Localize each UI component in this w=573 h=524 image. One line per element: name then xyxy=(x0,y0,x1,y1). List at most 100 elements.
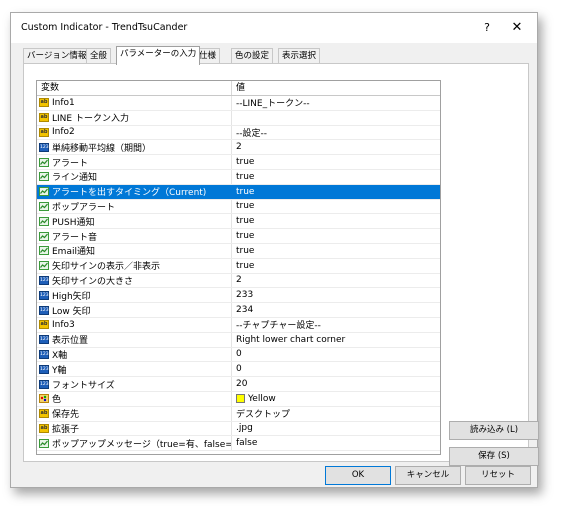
grid-row[interactable]: ab Info1 --LINE_トークン-- xyxy=(37,96,440,111)
variable-value: Right lower chart corner xyxy=(236,334,346,345)
variable-cell[interactable]: ab Info3 xyxy=(37,317,232,332)
variable-cell[interactable]: Email通知 xyxy=(37,243,232,258)
variable-cell[interactable]: アラート音 xyxy=(37,229,232,243)
variable-cell[interactable]: 123 フォントサイズ xyxy=(37,377,232,391)
tab-colors[interactable]: 色の設定 xyxy=(231,48,274,64)
value-cell[interactable]: Right lower chart corner xyxy=(232,333,345,347)
variable-cell[interactable]: ab 保存先 xyxy=(37,406,232,421)
grid-row[interactable]: ポップアラート true xyxy=(37,199,440,215)
value-cell[interactable]: true xyxy=(232,185,254,199)
variable-cell[interactable]: ab 拡張子 xyxy=(37,421,232,436)
value-cell[interactable]: 2 xyxy=(232,274,242,288)
close-button[interactable]: ✕ xyxy=(507,19,527,37)
integer-type-icon: 123 xyxy=(39,349,49,359)
variable-name: Info3 xyxy=(52,319,75,330)
value-cell[interactable]: --LINE_トークン-- xyxy=(232,96,310,110)
grid-row[interactable]: ab Info3 --チャプチャー設定-- xyxy=(37,317,440,333)
ok-button[interactable]: OK xyxy=(325,466,391,485)
grid-row[interactable]: 123 X軸 0 xyxy=(37,347,440,363)
grid-row[interactable]: 123 Y軸 0 xyxy=(37,362,440,378)
grid-row[interactable]: 123 フォントサイズ 20 xyxy=(37,377,440,392)
value-cell[interactable]: true xyxy=(232,244,254,258)
grid-row[interactable]: Email通知 true xyxy=(37,243,440,259)
variable-cell[interactable]: アラート xyxy=(37,155,232,169)
grid-row[interactable]: 123 High矢印 233 xyxy=(37,288,440,304)
grid-row[interactable]: 色 Yellow xyxy=(37,391,440,407)
variable-cell[interactable]: ライン通知 xyxy=(37,169,232,184)
grid-row[interactable]: 123 Low 矢印 234 xyxy=(37,303,440,318)
grid-row[interactable]: 矢印サインの表示／非表示 true xyxy=(37,258,440,274)
value-cell[interactable]: true xyxy=(232,229,254,243)
tab-display-selection[interactable]: 表示選択 xyxy=(278,48,321,64)
variable-cell[interactable]: ポップアップメッセージ（true=有、false=無） xyxy=(37,436,232,451)
tab-parameters[interactable]: パラメーターの入力 xyxy=(116,46,201,65)
value-cell[interactable]: true xyxy=(232,170,254,184)
grid-row[interactable]: ab 拡張子 .jpg xyxy=(37,421,440,437)
variable-name: LINE トークン入力 xyxy=(52,114,129,125)
variable-cell[interactable]: ab Info1 xyxy=(37,96,232,110)
string-type-icon: ab xyxy=(39,423,49,433)
header-variable[interactable]: 変数 xyxy=(37,81,232,95)
grid-row[interactable]: アラート true xyxy=(37,155,440,170)
variable-name: 矢印サインの大きさ xyxy=(52,276,134,287)
reset-button[interactable]: リセット xyxy=(465,466,531,485)
grid-row[interactable]: 123 表示位置 Right lower chart corner xyxy=(37,332,440,348)
integer-type-icon: 123 xyxy=(39,290,49,300)
variable-cell[interactable]: 123 矢印サインの大きさ xyxy=(37,273,232,288)
value-cell[interactable]: true xyxy=(232,155,254,169)
boolean-type-icon xyxy=(39,246,49,256)
grid-row[interactable]: ab Info2 --設定-- xyxy=(37,125,440,141)
load-button[interactable]: 読み込み (L) xyxy=(449,421,539,440)
variable-cell[interactable]: ポップアラート xyxy=(37,199,232,214)
variable-name: 矢印サインの表示／非表示 xyxy=(52,262,161,273)
variable-cell[interactable]: 123 X軸 xyxy=(37,347,232,362)
variable-cell[interactable]: 123 Y軸 xyxy=(37,362,232,377)
variable-cell[interactable]: PUSH通知 xyxy=(37,214,232,229)
value-cell[interactable]: 20 xyxy=(232,377,247,391)
variable-cell[interactable]: ab Info2 xyxy=(37,125,232,140)
value-cell[interactable]: 234 xyxy=(232,303,253,317)
value-cell[interactable]: false xyxy=(232,436,257,450)
variable-name: ポップアラート xyxy=(52,202,116,213)
value-cell[interactable]: --設定-- xyxy=(232,126,267,140)
variable-name: Email通知 xyxy=(52,247,95,258)
value-cell[interactable]: --チャプチャー設定-- xyxy=(232,318,321,332)
grid-row[interactable]: アラートを出すタイミング（Current) true xyxy=(37,184,440,200)
variable-cell[interactable]: 123 単純移動平均線（期間） xyxy=(37,140,232,155)
grid-row[interactable]: PUSH通知 true xyxy=(37,214,440,230)
header-value[interactable]: 値 xyxy=(232,81,245,95)
save-button[interactable]: 保存 (S) xyxy=(449,447,539,466)
value-cell[interactable]: 2 xyxy=(232,140,242,154)
variable-cell[interactable]: 色 xyxy=(37,391,232,406)
variable-cell[interactable]: 矢印サインの表示／非表示 xyxy=(37,258,232,273)
help-button[interactable]: ? xyxy=(477,19,497,37)
variable-cell[interactable]: 123 Low 矢印 xyxy=(37,303,232,317)
grid-row[interactable]: アラート音 true xyxy=(37,229,440,244)
tab-general[interactable]: 全般 xyxy=(86,48,112,64)
variable-name: フォントサイズ xyxy=(52,380,115,391)
grid-row[interactable]: 123 単純移動平均線（期間） 2 xyxy=(37,140,440,156)
value-cell[interactable]: 233 xyxy=(232,288,253,302)
value-cell[interactable]: true xyxy=(232,214,254,228)
cancel-button[interactable]: キャンセル xyxy=(395,466,461,485)
variable-cell[interactable]: 123 表示位置 xyxy=(37,332,232,347)
value-cell[interactable]: 0 xyxy=(232,362,242,376)
value-cell[interactable]: Yellow xyxy=(232,392,276,406)
grid-row[interactable]: ab LINE トークン入力 xyxy=(37,110,440,126)
grid-row[interactable]: ab 保存先 デスクトップ xyxy=(37,406,440,422)
value-cell[interactable] xyxy=(232,111,236,125)
grid-row[interactable]: ライン通知 true xyxy=(37,169,440,185)
value-cell[interactable]: 0 xyxy=(232,348,242,362)
variable-cell[interactable]: ab LINE トークン入力 xyxy=(37,110,232,125)
variable-cell[interactable]: 123 High矢印 xyxy=(37,288,232,303)
value-cell[interactable]: true xyxy=(232,200,254,214)
grid-row[interactable]: ポップアップメッセージ（true=有、false=無） false xyxy=(37,436,440,452)
variable-cell[interactable]: アラートを出すタイミング（Current) xyxy=(37,184,232,199)
parameters-panel: 変数 値 ab Info1 --LINE_トークン-- ab LINE トークン入力 ab… xyxy=(23,63,539,466)
variable-name: 保存先 xyxy=(52,410,80,421)
value-cell[interactable]: デスクトップ xyxy=(232,407,290,421)
value-cell[interactable]: .jpg xyxy=(232,422,253,436)
value-cell[interactable]: true xyxy=(232,259,254,273)
tab-version-info[interactable]: バージョン情報 xyxy=(23,48,91,64)
grid-row[interactable]: 123 矢印サインの大きさ 2 xyxy=(37,273,440,289)
